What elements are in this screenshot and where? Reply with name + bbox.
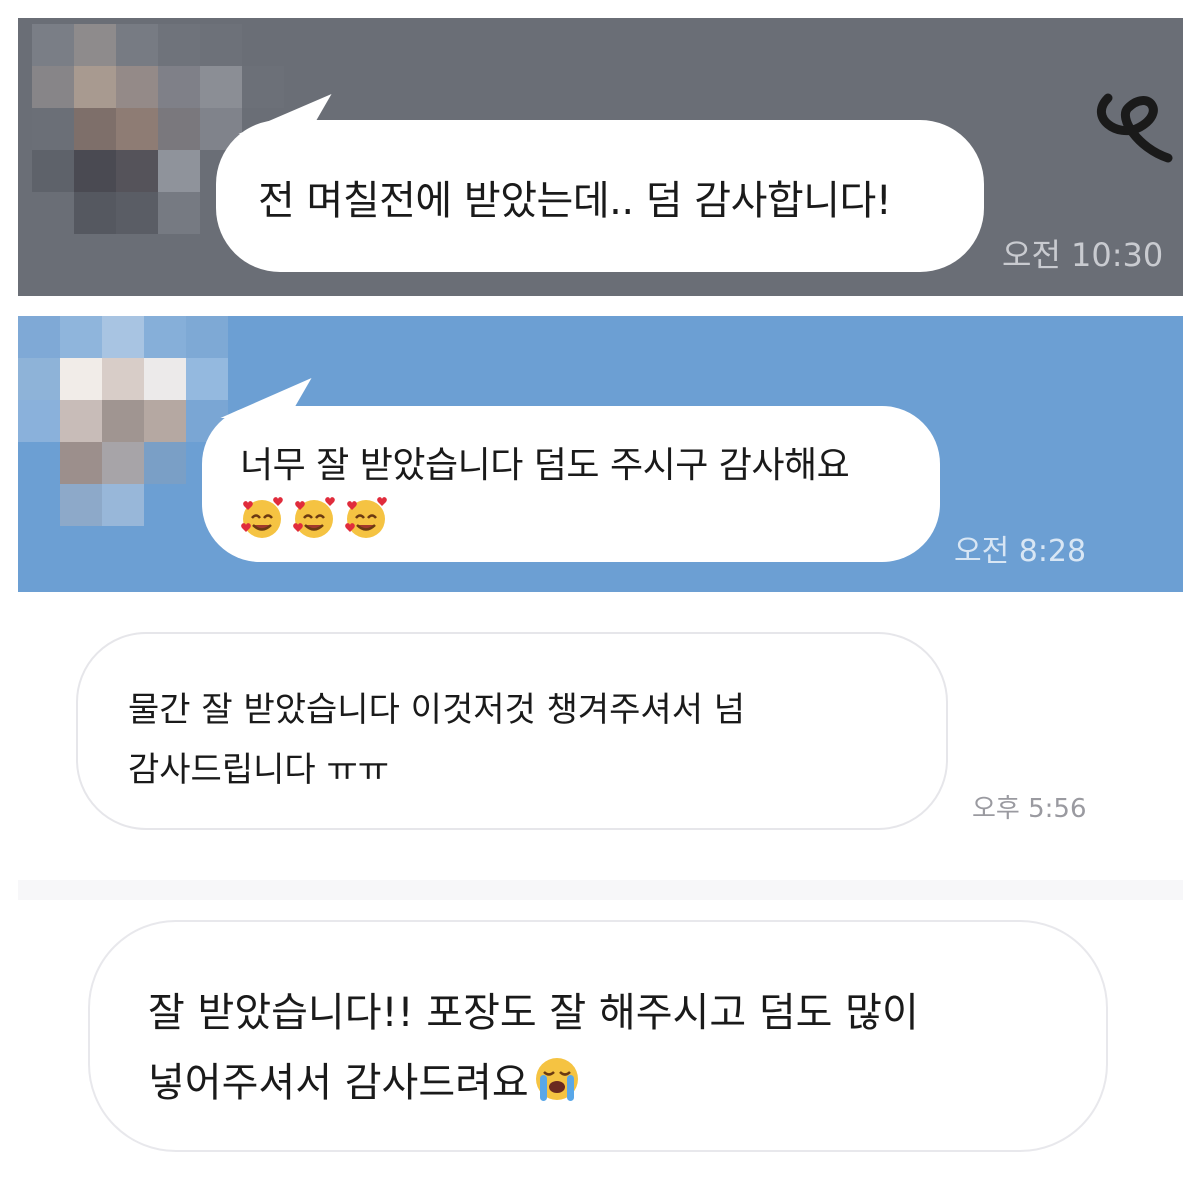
- message-bubble[interactable]: 잘 받았습니다!! 포장도 잘 해주시고 덤도 많이 넣어주셔서 감사드려요: [88, 920, 1108, 1152]
- message-bubble[interactable]: 너무 잘 받았습니다 덤도 주시구 감사해요: [202, 406, 940, 562]
- message-timestamp: 오전 8:28: [954, 534, 1087, 569]
- chat-screenshot-2: 너무 잘 받았습니다 덤도 주시구 감사해요 오전 8:28: [18, 316, 1183, 592]
- message-bubble[interactable]: 전 며칠전에 받았는데.. 덤 감사합니다!: [216, 120, 984, 272]
- message-text: 너무 잘 받았습니다 덤도 주시구 감사해요: [240, 445, 850, 486]
- chat-screenshot-4: 잘 받았습니다!! 포장도 잘 해주시고 덤도 많이 넣어주셔서 감사드려요: [18, 900, 1183, 1192]
- message-text-line-2-row: 넣어주셔서 감사드려요: [148, 1050, 583, 1108]
- doodle-icon: [1097, 93, 1173, 163]
- smiling-face-with-hearts-icon: [345, 497, 387, 538]
- loudly-crying-face-icon: [535, 1058, 578, 1101]
- chat-screenshot-1: 전 며칠전에 받았는데.. 덤 감사합니다! 오전 10:30: [18, 18, 1183, 296]
- message-text-line-2: 감사드립니다 ㅠㅠ: [128, 750, 390, 790]
- message-timestamp: 오후 5:56: [972, 794, 1087, 824]
- emoji-row: [238, 494, 390, 542]
- message-bubble[interactable]: 물간 잘 받았습니다 이것저것 챙겨주셔서 넘 감사드립니다 ㅠㅠ: [76, 632, 948, 830]
- message-text-line-1: 잘 받았습니다!! 포장도 잘 해주시고 덤도 많이: [148, 990, 919, 1036]
- message-text-line-1: 물간 잘 받았습니다 이것저것 챙겨주셔서 넘: [128, 690, 746, 730]
- message-text-line-2: 넣어주셔서 감사드려요: [148, 1060, 529, 1106]
- message-timestamp: 오전 10:30: [1002, 236, 1164, 274]
- message-text: 전 며칠전에 받았는데.. 덤 감사합니다!: [258, 178, 892, 224]
- smiling-face-with-hearts-icon: [241, 497, 283, 538]
- chat-screenshot-3: 물간 잘 받았습니다 이것저것 챙겨주셔서 넘 감사드립니다 ㅠㅠ 오후 5:5…: [18, 612, 1183, 880]
- smiling-face-with-hearts-icon: [293, 497, 335, 538]
- panel-divider: [18, 880, 1183, 900]
